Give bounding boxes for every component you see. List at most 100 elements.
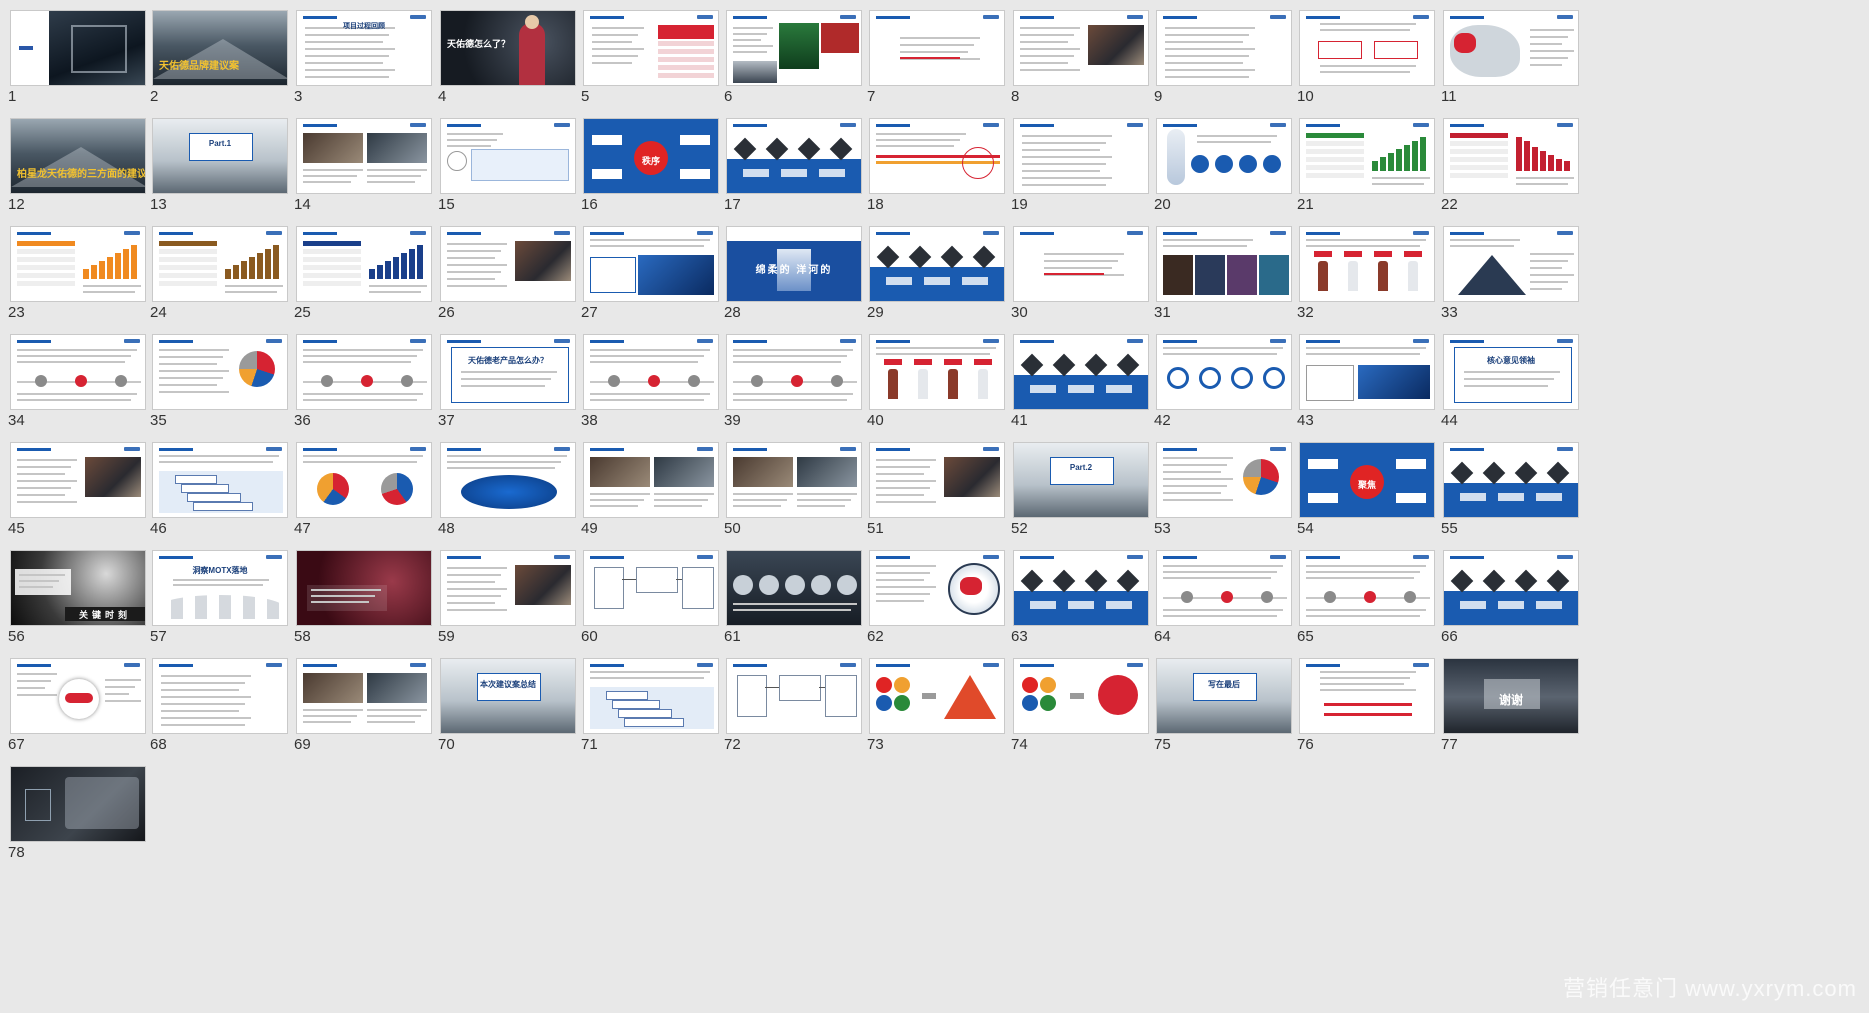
slide-thumbnail-37[interactable]: 天佑德老产品怎么办？: [440, 334, 576, 410]
slide-thumbnail-56[interactable]: 关键时刻: [10, 550, 146, 626]
text-line: [305, 48, 395, 50]
slide-thumbnail-9[interactable]: [1156, 10, 1292, 86]
slide-thumbnail-55[interactable]: [1443, 442, 1579, 518]
slide-thumbnail-59[interactable]: [440, 550, 576, 626]
pie-chart: [317, 473, 349, 505]
slide-thumbnail-70[interactable]: 本次建议案总结: [440, 658, 576, 734]
slide-thumbnail-60[interactable]: [583, 550, 719, 626]
pie-chart: [381, 473, 413, 505]
text-line: [303, 461, 417, 463]
slide-thumbnail-14[interactable]: [296, 118, 432, 194]
slide-number: 32: [1297, 304, 1314, 321]
slide-thumbnail-8[interactable]: [1013, 10, 1149, 86]
slide-thumbnail-20[interactable]: [1156, 118, 1292, 194]
slide-thumbnail-48[interactable]: [440, 442, 576, 518]
slide-thumbnail-19[interactable]: [1013, 118, 1149, 194]
slide-thumbnail-64[interactable]: [1156, 550, 1292, 626]
slide-thumbnail-76[interactable]: [1299, 658, 1435, 734]
logo-icon: [124, 663, 140, 667]
slide-thumbnail-77[interactable]: 谢谢: [1443, 658, 1579, 734]
table-row: [1450, 165, 1508, 170]
slide-thumbnail-28[interactable]: 绵柔的 洋河的: [726, 226, 862, 302]
slide-thumbnail-27[interactable]: [583, 226, 719, 302]
slide-thumbnail-67[interactable]: [10, 658, 146, 734]
slide-thumbnail-66[interactable]: [1443, 550, 1579, 626]
slide-thumbnail-50[interactable]: [726, 442, 862, 518]
slide-thumbnail-32[interactable]: [1299, 226, 1435, 302]
pyramid-level: [175, 475, 217, 484]
slide-thumbnail-22[interactable]: [1443, 118, 1579, 194]
slide-thumbnail-44[interactable]: 核心意见领袖: [1443, 334, 1579, 410]
slide-thumbnail-39[interactable]: [726, 334, 862, 410]
slide-thumbnail-54[interactable]: 聚焦: [1299, 442, 1435, 518]
photo: [1163, 255, 1193, 295]
slide-thumbnail-31[interactable]: [1156, 226, 1292, 302]
slide-thumbnail-41[interactable]: [1013, 334, 1149, 410]
slide-thumbnail-7[interactable]: [869, 10, 1005, 86]
slide-thumbnail-53[interactable]: [1156, 442, 1292, 518]
slide-thumbnail-25[interactable]: [296, 226, 432, 302]
table-row: [1306, 157, 1364, 162]
slide-thumbnail-5[interactable]: [583, 10, 719, 86]
timeline-dot: [608, 375, 620, 387]
slide-thumbnail-47[interactable]: [296, 442, 432, 518]
slide-thumbnail-17[interactable]: [726, 118, 862, 194]
slide-thumbnail-61[interactable]: [726, 550, 862, 626]
slide-thumbnail-21[interactable]: [1299, 118, 1435, 194]
slide-thumbnail-42[interactable]: [1156, 334, 1292, 410]
text-line: [159, 370, 229, 372]
slide-thumbnail-13[interactable]: Part.1: [152, 118, 288, 194]
slide-thumbnail-36[interactable]: [296, 334, 432, 410]
text-line: [654, 493, 714, 495]
slide-thumbnail-33[interactable]: [1443, 226, 1579, 302]
slide-thumbnail-62[interactable]: [869, 550, 1005, 626]
slide-thumbnail-4[interactable]: 天佑德怎么了？: [440, 10, 576, 86]
slide-thumbnail-65[interactable]: [1299, 550, 1435, 626]
slide-thumbnail-15[interactable]: [440, 118, 576, 194]
slide-thumbnail-30[interactable]: [1013, 226, 1149, 302]
slide-thumbnail-23[interactable]: [10, 226, 146, 302]
slide-thumbnail-24[interactable]: [152, 226, 288, 302]
slide-thumbnail-6[interactable]: [726, 10, 862, 86]
slide-thumbnail-68[interactable]: [152, 658, 288, 734]
slide-number: 67: [8, 736, 25, 753]
text-line: [592, 27, 644, 29]
slide-thumbnail-35[interactable]: [152, 334, 288, 410]
slide-thumbnail-78[interactable]: [10, 766, 146, 842]
slide-thumbnail-43[interactable]: [1299, 334, 1435, 410]
slide-thumbnail-57[interactable]: 洞察MOTX落地: [152, 550, 288, 626]
slide-thumbnail-2[interactable]: 天佑德品牌建议案: [152, 10, 288, 86]
slide-thumbnail-58[interactable]: [296, 550, 432, 626]
slide-thumbnail-38[interactable]: [583, 334, 719, 410]
slide-thumbnail-40[interactable]: [869, 334, 1005, 410]
text-line: [900, 51, 968, 53]
table-row: [1306, 141, 1364, 146]
slide-thumbnail-11[interactable]: [1443, 10, 1579, 86]
slide-thumbnail-63[interactable]: [1013, 550, 1149, 626]
slide-thumbnail-45[interactable]: [10, 442, 146, 518]
slide-thumbnail-46[interactable]: [152, 442, 288, 518]
slide-number: 63: [1011, 628, 1028, 645]
slide-thumbnail-74[interactable]: [1013, 658, 1149, 734]
slide-thumbnail-18[interactable]: [869, 118, 1005, 194]
text-line: [83, 291, 135, 293]
slide-thumbnail-34[interactable]: [10, 334, 146, 410]
slide-thumbnail-26[interactable]: [440, 226, 576, 302]
slide-thumbnail-49[interactable]: [583, 442, 719, 518]
slide-thumbnail-29[interactable]: [869, 226, 1005, 302]
slide-thumbnail-69[interactable]: [296, 658, 432, 734]
slide-thumbnail-75[interactable]: 写在最后: [1156, 658, 1292, 734]
slide-thumbnail-73[interactable]: [869, 658, 1005, 734]
slide-thumbnail-51[interactable]: [869, 442, 1005, 518]
diagram-box: [471, 149, 569, 181]
slide-thumbnail-72[interactable]: [726, 658, 862, 734]
slide-thumbnail-16[interactable]: 秩序: [583, 118, 719, 194]
text-line: [161, 682, 245, 684]
text-line: [17, 459, 77, 461]
slide-thumbnail-12[interactable]: 柏星龙天佑德的三方面的建议: [10, 118, 146, 194]
slide-thumbnail-10[interactable]: [1299, 10, 1435, 86]
slide-thumbnail-52[interactable]: Part.2: [1013, 442, 1149, 518]
slide-thumbnail-71[interactable]: [583, 658, 719, 734]
slide-thumbnail-3[interactable]: 项目过程回顾: [296, 10, 432, 86]
slide-thumbnail-1[interactable]: [10, 10, 146, 86]
